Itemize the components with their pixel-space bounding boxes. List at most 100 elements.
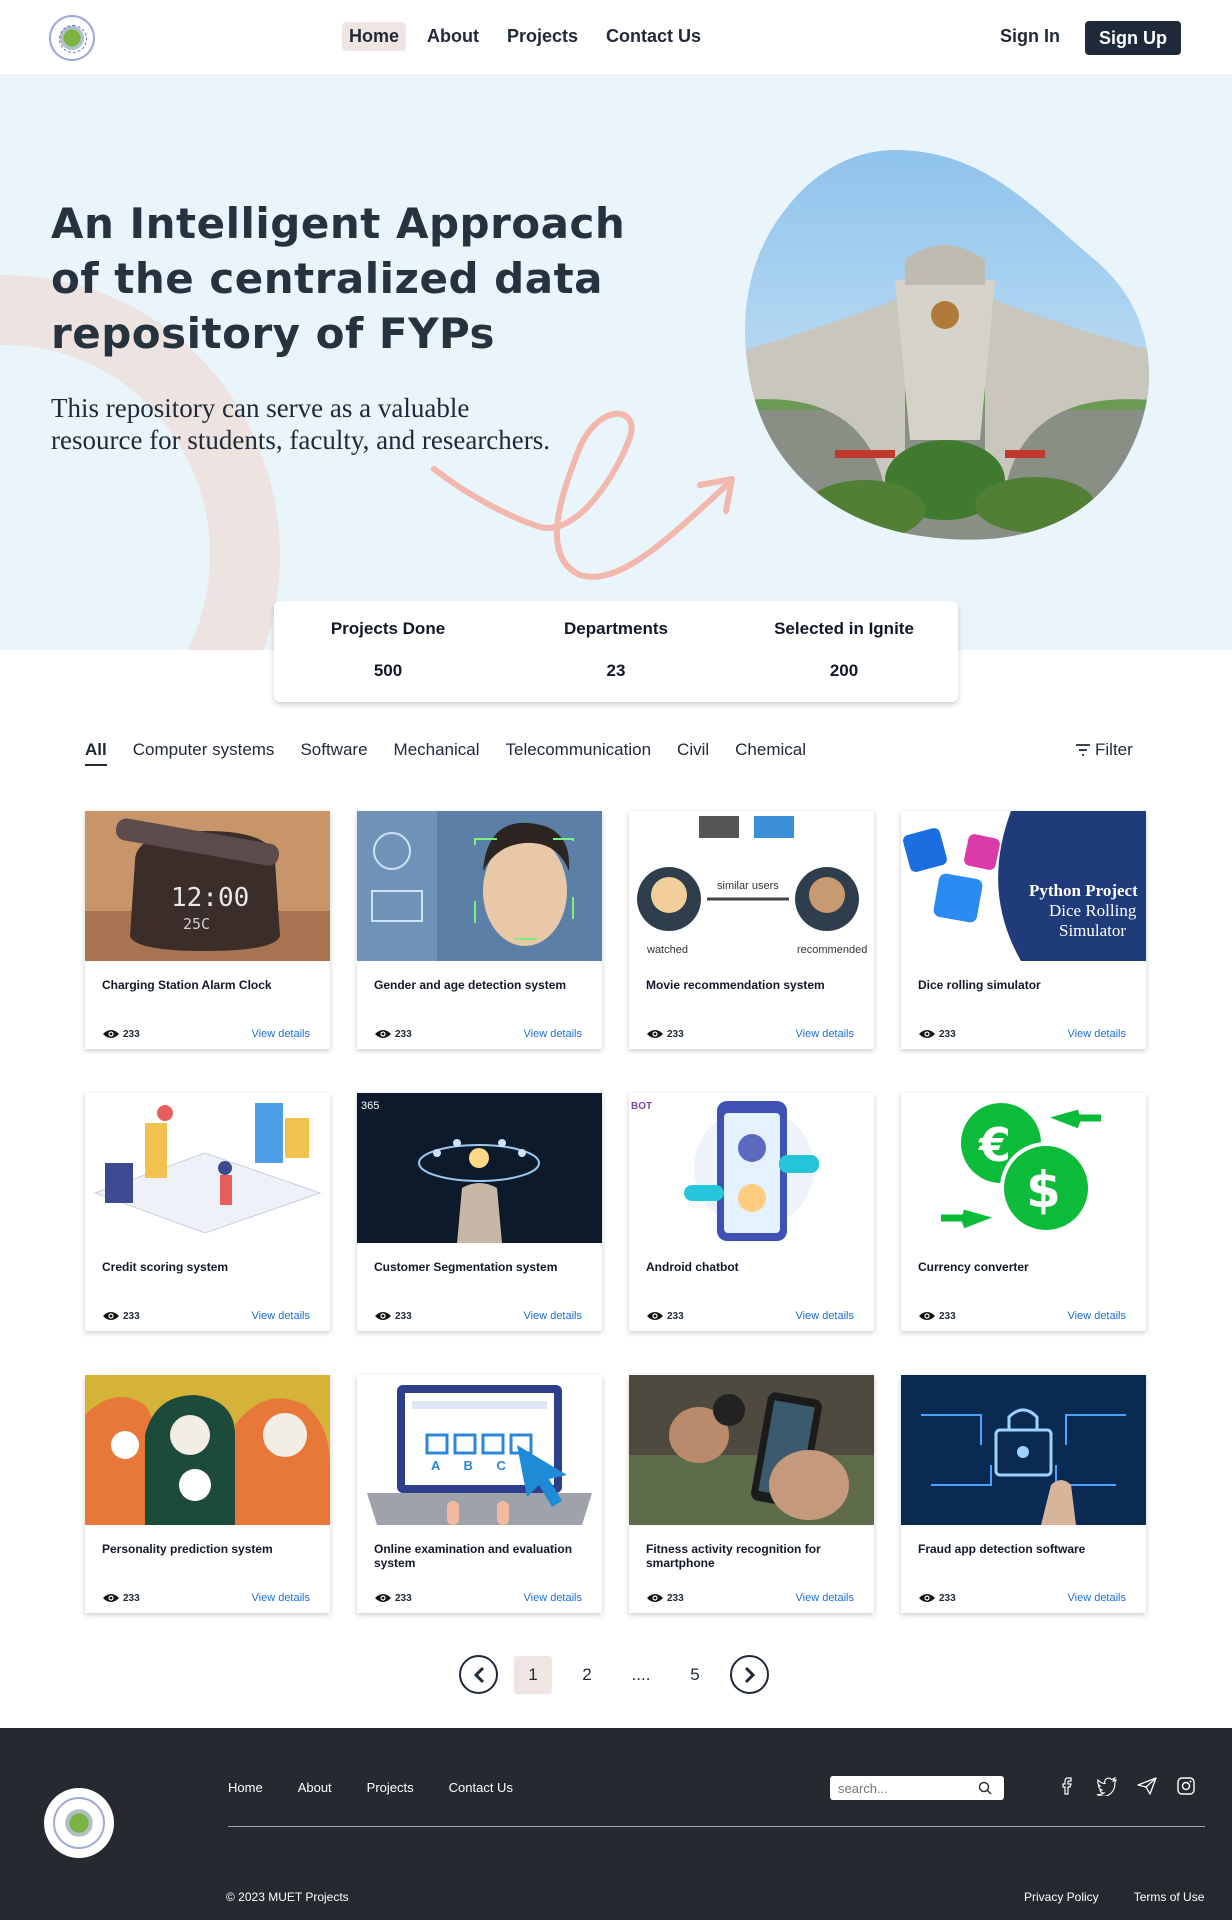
view-details-link[interactable]: View details [252, 1028, 311, 1040]
eye-icon [919, 1312, 935, 1320]
project-card[interactable]: Fraud app detection software 233 View de… [901, 1375, 1146, 1613]
card-title: Fraud app detection software [918, 1542, 1086, 1556]
card-views: 233 [646, 1592, 684, 1604]
eye-icon [103, 1594, 119, 1602]
project-card[interactable]: similar users watched recommended Movie … [629, 811, 874, 1049]
view-count: 233 [667, 1592, 684, 1604]
page-1[interactable]: 1 [514, 1655, 552, 1694]
svg-text:25C: 25C [183, 915, 210, 933]
footer-link-projects[interactable]: Projects [367, 1780, 414, 1795]
tab-computer-systems[interactable]: Computer systems [133, 740, 275, 766]
project-thumbnail: Python Project Dice Rolling Simulator [901, 811, 1146, 961]
project-card[interactable]: BOT Android chatbot 233 View details [629, 1093, 874, 1331]
eye-icon [375, 1030, 391, 1038]
facebook-icon[interactable] [1058, 1776, 1078, 1796]
view-details-link[interactable]: View details [796, 1028, 855, 1040]
prev-page-button[interactable] [459, 1655, 498, 1694]
view-details-link[interactable]: View details [1068, 1028, 1127, 1040]
nav-projects[interactable]: Projects [500, 22, 585, 51]
legal-links: Privacy Policy Terms of Use [1024, 1890, 1204, 1904]
tab-all[interactable]: All [85, 740, 107, 766]
category-tabs: All Computer systems Software Mechanical… [85, 740, 806, 766]
nav-about[interactable]: About [420, 22, 486, 51]
project-card[interactable]: 365 Customer Segmentation system 233 Vie… [357, 1093, 602, 1331]
project-thumbnail: 12:00 25C [85, 811, 330, 961]
view-details-link[interactable]: View details [252, 1592, 311, 1604]
card-title: Movie recommendation system [646, 978, 825, 992]
footer-link-about[interactable]: About [298, 1780, 332, 1795]
tab-civil[interactable]: Civil [677, 740, 709, 766]
view-details-link[interactable]: View details [252, 1310, 311, 1322]
view-count: 233 [395, 1028, 412, 1040]
search-icon[interactable] [978, 1781, 992, 1795]
view-count: 233 [939, 1028, 956, 1040]
view-details-link[interactable]: View details [796, 1310, 855, 1322]
pagination: 1 2 .... 5 [459, 1655, 769, 1694]
view-details-link[interactable]: View details [796, 1592, 855, 1604]
project-thumbnail: A B C D [357, 1375, 602, 1525]
tab-software[interactable]: Software [300, 740, 367, 766]
card-views: 233 [918, 1028, 956, 1040]
university-logo[interactable] [49, 15, 95, 61]
eye-icon [375, 1594, 391, 1602]
page-5[interactable]: 5 [676, 1656, 714, 1694]
project-card[interactable]: A B C D Online examination and evaluatio… [357, 1375, 602, 1613]
site-header: Home About Projects Contact Us Sign In S… [0, 0, 1232, 76]
filter-button[interactable]: Filter [1075, 740, 1133, 760]
project-card[interactable]: Personality prediction system 233 View d… [85, 1375, 330, 1613]
tab-telecommunication[interactable]: Telecommunication [506, 740, 652, 766]
card-views: 233 [102, 1592, 140, 1604]
sign-in-link[interactable]: Sign In [1000, 26, 1060, 47]
project-card[interactable]: Python Project Dice Rolling Simulator Di… [901, 811, 1146, 1049]
instagram-icon[interactable] [1176, 1776, 1196, 1796]
project-card[interactable]: € $ Currency converter 233 View details [901, 1093, 1146, 1331]
card-views: 233 [918, 1592, 956, 1604]
card-title: Personality prediction system [102, 1542, 273, 1556]
card-views: 233 [102, 1310, 140, 1322]
project-thumbnail [629, 1375, 874, 1525]
card-views: 233 [918, 1310, 956, 1322]
footer-link-contact[interactable]: Contact Us [449, 1780, 513, 1795]
sign-up-button[interactable]: Sign Up [1085, 21, 1181, 55]
footer-link-home[interactable]: Home [228, 1780, 263, 1795]
eye-icon [919, 1594, 935, 1602]
project-card[interactable]: Gender and age detection system 233 View… [357, 811, 602, 1049]
view-count: 233 [123, 1028, 140, 1040]
view-details-link[interactable]: View details [524, 1310, 583, 1322]
next-page-button[interactable] [730, 1655, 769, 1694]
eye-icon [647, 1312, 663, 1320]
project-thumbnail [901, 1375, 1146, 1525]
twitter-icon[interactable] [1096, 1776, 1118, 1796]
chevron-left-icon [473, 1666, 484, 1683]
project-card[interactable]: Fitness activity recognition for smartph… [629, 1375, 874, 1613]
stat-label: Projects Done [330, 619, 446, 638]
project-card[interactable]: 12:00 25C Charging Station Alarm Clock 2… [85, 811, 330, 1049]
search-input[interactable] [838, 1780, 978, 1796]
page-2[interactable]: 2 [568, 1656, 606, 1694]
nav-contact[interactable]: Contact Us [599, 22, 708, 51]
card-title: Dice rolling simulator [918, 978, 1041, 992]
project-card[interactable]: Credit scoring system 233 View details [85, 1093, 330, 1331]
terms-of-use-link[interactable]: Terms of Use [1134, 1890, 1205, 1904]
footer-divider [228, 1826, 1205, 1827]
privacy-policy-link[interactable]: Privacy Policy [1024, 1890, 1099, 1904]
footer-logo[interactable] [44, 1788, 114, 1858]
tab-mechanical[interactable]: Mechanical [394, 740, 480, 766]
view-details-link[interactable]: View details [1068, 1310, 1127, 1322]
view-count: 233 [395, 1310, 412, 1322]
svg-text:Simulator: Simulator [1059, 921, 1126, 940]
nav-home[interactable]: Home [342, 22, 407, 51]
view-count: 233 [667, 1028, 684, 1040]
card-views: 233 [646, 1028, 684, 1040]
view-details-link[interactable]: View details [1068, 1592, 1127, 1604]
chevron-right-icon [744, 1666, 755, 1683]
view-details-link[interactable]: View details [524, 1028, 583, 1040]
card-title: Online examination and evaluation system [374, 1542, 573, 1570]
view-details-link[interactable]: View details [524, 1592, 583, 1604]
tab-chemical[interactable]: Chemical [735, 740, 806, 766]
card-title: Charging Station Alarm Clock [102, 978, 272, 992]
send-icon[interactable] [1136, 1776, 1158, 1796]
stat-value: 500 [373, 661, 403, 680]
project-thumbnail: 365 [357, 1093, 602, 1243]
project-thumbnail [357, 811, 602, 961]
